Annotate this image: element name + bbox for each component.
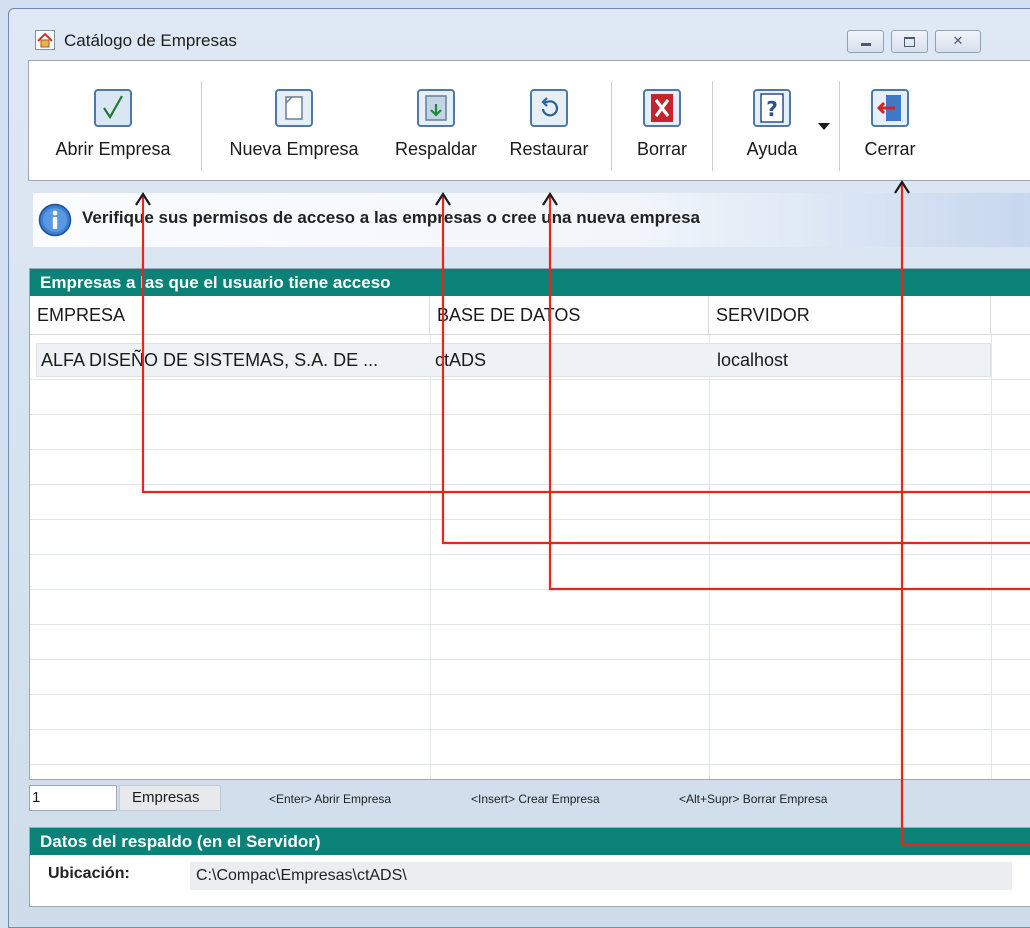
- info-bar: Verifique sus permisos de acceso a las e…: [33, 193, 1030, 247]
- close-label: Cerrar: [864, 139, 916, 159]
- grid-column-line: [991, 335, 992, 779]
- help-label: Ayuda: [746, 139, 798, 159]
- help-icon: ?: [753, 89, 791, 127]
- column-header-base-de-datos[interactable]: BASE DE DATOS: [430, 296, 709, 335]
- grid-column-line: [709, 335, 710, 779]
- minimize-icon: [860, 43, 871, 46]
- cell-empresa: ALFA DISEÑO DE SISTEMAS, S.A. DE ...: [41, 350, 379, 370]
- backup-panel: Datos del respaldo (en el Servidor) Ubic…: [29, 827, 1030, 907]
- exit-icon: [871, 89, 909, 127]
- grid-row-line: [30, 729, 1030, 730]
- backup-button[interactable]: Respaldar: [381, 61, 491, 180]
- company-count: 1: [29, 785, 117, 811]
- grid-row-line: [30, 624, 1030, 625]
- grid-row-line: [30, 519, 1030, 520]
- help-button[interactable]: ? Ayuda: [717, 61, 837, 180]
- check-icon: [94, 89, 132, 127]
- restore-button[interactable]: Restaurar: [495, 61, 603, 180]
- help-dropdown-arrow-icon[interactable]: [818, 123, 830, 130]
- table-row[interactable]: ALFA DISEÑO DE SISTEMAS, S.A. DE ... ctA…: [36, 343, 991, 377]
- maximize-button[interactable]: [891, 30, 928, 53]
- close-icon: ✕: [952, 34, 964, 49]
- grid-row-line: [30, 764, 1030, 765]
- backup-location-field: C:\Compac\Empresas\ctADS\: [190, 862, 1012, 890]
- grid-row-line: [30, 414, 1030, 415]
- cell-base-de-datos: ctADS: [435, 350, 487, 370]
- grid-row-line: [30, 379, 1030, 380]
- grid-row-line: [30, 589, 1030, 590]
- toolbar: Abrir Empresa Nueva Empresa Respaldar Re…: [28, 60, 1030, 181]
- backup-icon: [417, 89, 455, 127]
- toolbar-separator: [712, 81, 713, 171]
- new-company-button[interactable]: Nueva Empresa: [209, 61, 379, 180]
- open-company-label: Abrir Empresa: [55, 139, 171, 159]
- backup-location-label: Ubicación:: [48, 865, 130, 882]
- grid-row-line: [30, 554, 1030, 555]
- new-company-label: Nueva Empresa: [229, 139, 359, 159]
- column-header-empresa[interactable]: EMPRESA: [30, 296, 430, 335]
- close-window-button[interactable]: ✕: [935, 30, 981, 53]
- backup-label: Respaldar: [394, 139, 478, 159]
- svg-text:?: ?: [766, 97, 778, 121]
- grid-row-line: [30, 449, 1030, 450]
- company-count-label: Empresas: [119, 785, 221, 811]
- delete-label: Borrar: [636, 139, 687, 159]
- companies-section-title: Empresas a las que el usuario tiene acce…: [30, 269, 1030, 296]
- grid-row-line: [30, 659, 1030, 660]
- grid-row-line: [30, 484, 1030, 485]
- grid-row-line: [30, 694, 1030, 695]
- shortcut-hint-open: <Enter> Abrir Empresa: [269, 792, 392, 806]
- restore-label: Restaurar: [509, 139, 589, 159]
- new-document-icon: [275, 89, 313, 127]
- info-icon: [38, 203, 72, 237]
- restore-icon: [530, 89, 568, 127]
- column-header-spacer: [991, 296, 1030, 335]
- shortcut-hint-delete: <Alt+Supr> Borrar Empresa: [679, 792, 828, 806]
- cell-servidor: localhost: [717, 350, 789, 370]
- info-message: Verifique sus permisos de acceso a las e…: [82, 208, 700, 227]
- status-bar: 1 Empresas <Enter> Abrir Empresa <Insert…: [29, 783, 1030, 813]
- open-company-button[interactable]: Abrir Empresa: [29, 61, 197, 180]
- delete-icon: [643, 89, 681, 127]
- delete-button[interactable]: Borrar: [617, 61, 707, 180]
- toolbar-separator: [839, 81, 840, 171]
- catalog-window: Catálogo de Empresas ✕ Abrir Empresa Nue…: [8, 8, 1030, 928]
- companies-grid: Empresas a las que el usuario tiene acce…: [29, 268, 1030, 780]
- column-header-servidor[interactable]: SERVIDOR: [709, 296, 991, 335]
- window-title: Catálogo de Empresas: [64, 31, 237, 50]
- maximize-icon: [904, 36, 915, 47]
- home-app-icon: [35, 30, 55, 50]
- close-button[interactable]: Cerrar: [845, 61, 935, 180]
- toolbar-separator: [201, 81, 202, 171]
- backup-section-title: Datos del respaldo (en el Servidor): [30, 828, 1030, 855]
- grid-column-line: [430, 335, 431, 779]
- minimize-button[interactable]: [847, 30, 884, 53]
- shortcut-hint-create: <Insert> Crear Empresa: [471, 792, 600, 806]
- toolbar-separator: [611, 81, 612, 171]
